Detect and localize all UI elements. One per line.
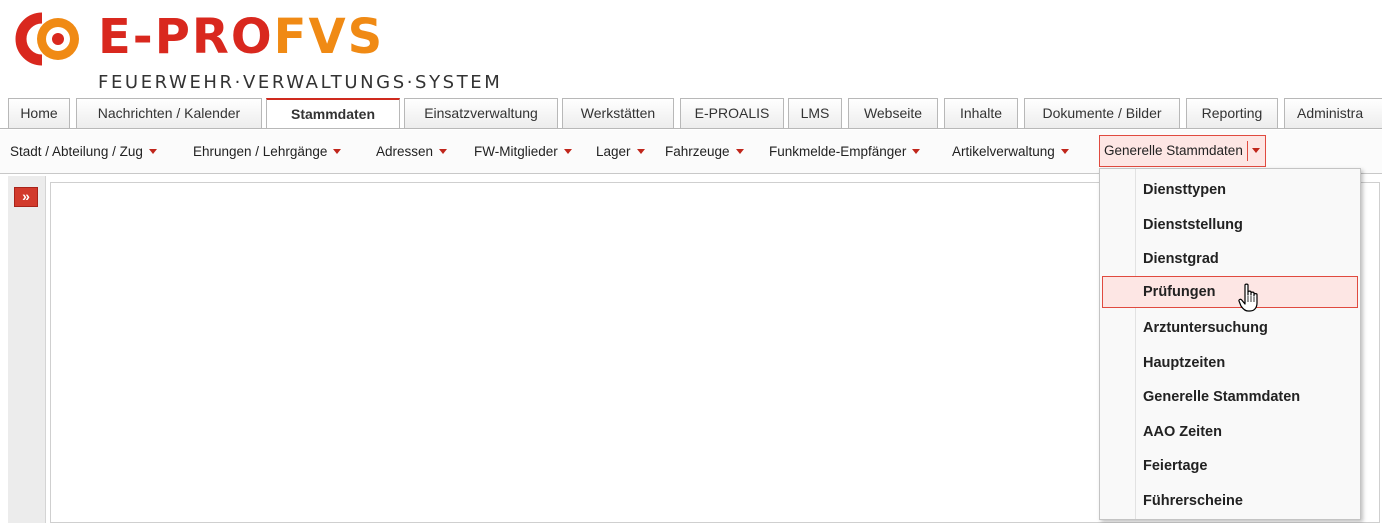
logo-prefix: E-PRO: [98, 9, 274, 65]
double-chevron-right-icon[interactable]: »: [14, 187, 38, 207]
subnav-artikelverwaltung[interactable]: Artikelverwaltung: [952, 143, 1069, 161]
caret-down-icon: [439, 148, 448, 154]
menu-item-arztuntersuchung[interactable]: Arztuntersuchung: [1102, 312, 1358, 344]
logo-wordmark: E-PROFVS: [98, 6, 384, 68]
subnav-label: FW-Mitglieder: [474, 144, 558, 159]
subnav-label: Generelle Stammdaten: [1104, 143, 1243, 158]
subnav-label: Fahrzeuge: [665, 144, 730, 159]
tab-reporting[interactable]: Reporting: [1186, 98, 1278, 128]
subnav-adressen[interactable]: Adressen: [376, 143, 448, 161]
tab-e-proalis[interactable]: E-PROALIS: [680, 98, 784, 128]
menu-item-fuehrerscheine[interactable]: Führerscheine: [1102, 485, 1358, 517]
subnav-label: Ehrungen / Lehrgänge: [193, 144, 328, 159]
subnav-fahrzeuge[interactable]: Fahrzeuge: [665, 143, 744, 161]
subnav-lager[interactable]: Lager: [596, 143, 645, 161]
tab-lms[interactable]: LMS: [788, 98, 842, 128]
menu-item-hauptzeiten[interactable]: Hauptzeiten: [1102, 347, 1358, 379]
caret-down-icon[interactable]: [1251, 147, 1260, 153]
subnav-label: Artikelverwaltung: [952, 144, 1055, 159]
caret-down-icon: [636, 148, 645, 154]
menu-item-dienstgrad[interactable]: Dienstgrad: [1102, 243, 1358, 275]
menu-item-aao-zeiten[interactable]: AAO Zeiten: [1102, 416, 1358, 448]
menu-item-dienststellung[interactable]: Dienststellung: [1102, 209, 1358, 241]
e-pro-logo-icon: [15, 12, 79, 66]
collapsed-side-panel: »: [8, 176, 46, 523]
logo-subtitle: FEUERWEHR·VERWALTUNGS·SYSTEM: [98, 72, 503, 93]
split-divider: [1246, 141, 1248, 162]
hand-pointer-icon: [1238, 283, 1258, 312]
subnav-label: Stadt / Abteilung / Zug: [10, 144, 143, 159]
subnav-label: Lager: [596, 144, 631, 159]
tab-nachrichten-kalender[interactable]: Nachrichten / Kalender: [76, 98, 262, 128]
tab-einsatzverwaltung[interactable]: Einsatzverwaltung: [404, 98, 558, 128]
subnav-funkmelde-empfaenger[interactable]: Funkmelde-Empfänger: [769, 143, 921, 161]
caret-down-icon: [333, 148, 342, 154]
menu-item-generelle-stammdaten[interactable]: Generelle Stammdaten: [1102, 381, 1358, 413]
menu-item-pruefungen[interactable]: Prüfungen: [1102, 276, 1358, 308]
menu-item-diensttypen[interactable]: Diensttypen: [1102, 174, 1358, 206]
subnav-generelle-stammdaten[interactable]: Generelle Stammdaten: [1099, 135, 1266, 167]
tab-inhalte[interactable]: Inhalte: [944, 98, 1018, 128]
subnav-label: Adressen: [376, 144, 434, 159]
subnav-label: Funkmelde-Empfänger: [769, 144, 907, 159]
caret-down-icon: [148, 148, 157, 154]
tab-werkstaetten[interactable]: Werkstätten: [562, 98, 674, 128]
generelle-stammdaten-menu: Diensttypen Dienststellung Dienstgrad Pr…: [1099, 168, 1361, 520]
subnav-stadt-abteilung-zug[interactable]: Stadt / Abteilung / Zug: [10, 143, 157, 161]
caret-down-icon: [563, 148, 572, 154]
subnav-fw-mitglieder[interactable]: FW-Mitglieder: [474, 143, 572, 161]
menu-item-feiertage[interactable]: Feiertage: [1102, 450, 1358, 482]
tab-administration[interactable]: Administra: [1284, 98, 1382, 128]
tab-dokumente-bilder[interactable]: Dokumente / Bilder: [1024, 98, 1180, 128]
tab-webseite[interactable]: Webseite: [848, 98, 938, 128]
app-header: E-PROFVS FEUERWEHR·VERWALTUNGS·SYSTEM: [0, 0, 1382, 96]
caret-down-icon: [912, 148, 921, 154]
tab-stammdaten[interactable]: Stammdaten: [266, 98, 400, 128]
tab-home[interactable]: Home: [8, 98, 70, 128]
logo-suffix: FVS: [273, 9, 385, 65]
subnav-ehrungen-lehrgaenge[interactable]: Ehrungen / Lehrgänge: [193, 143, 342, 161]
caret-down-icon: [735, 148, 744, 154]
main-tabs: Home Nachrichten / Kalender Stammdaten E…: [0, 96, 1382, 129]
caret-down-icon: [1060, 148, 1069, 154]
